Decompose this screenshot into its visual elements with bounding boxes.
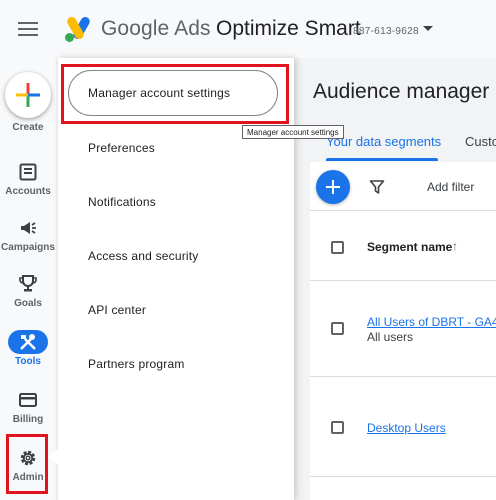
top-bar: Google Ads Optimize Smart 887-613-9628 xyxy=(0,0,496,58)
create-label: Create xyxy=(12,122,44,133)
admin-highlight-box xyxy=(6,434,48,494)
menu-item-preferences[interactable]: Preferences xyxy=(88,141,155,155)
nav-label-campaigns: Campaigns xyxy=(1,242,55,253)
row-divider xyxy=(310,210,496,211)
segments-table: Add filter Segment name ↑ All Users of D… xyxy=(310,162,496,500)
row-checkbox[interactable] xyxy=(331,421,344,434)
nav-item-goals[interactable]: Goals xyxy=(0,274,56,322)
menu-highlight-box xyxy=(61,64,289,124)
nav-item-billing[interactable]: Billing xyxy=(0,390,56,438)
tab-custom-segments[interactable]: Custo xyxy=(465,134,496,149)
menu-item-notifications[interactable]: Notifications xyxy=(88,195,156,209)
nav-label-tools: Tools xyxy=(15,356,41,367)
nav-label-goals: Goals xyxy=(14,298,42,309)
row-divider xyxy=(310,376,496,377)
filter-icon[interactable] xyxy=(369,179,385,195)
campaigns-icon xyxy=(21,222,36,234)
product-name: Google Ads xyxy=(101,17,211,40)
sort-ascending-icon[interactable]: ↑ xyxy=(452,239,458,253)
google-ads-logo-icon xyxy=(65,17,90,42)
nav-item-campaigns[interactable]: Campaigns xyxy=(0,218,56,266)
create-button[interactable] xyxy=(5,72,51,118)
nav-item-tools[interactable]: Tools xyxy=(0,330,56,378)
tools-active-pill xyxy=(8,330,48,354)
segment-link[interactable]: Desktop Users xyxy=(367,421,446,435)
select-all-checkbox[interactable] xyxy=(331,241,344,254)
row-divider xyxy=(310,280,496,281)
account-name[interactable]: Optimize Smart xyxy=(216,17,361,41)
add-filter-button[interactable]: Add filter xyxy=(427,180,474,194)
account-dropdown-icon[interactable] xyxy=(423,26,433,31)
page-title: Audience manager xyxy=(313,80,490,103)
nav-label-accounts: Accounts xyxy=(5,186,51,197)
panel-pointer xyxy=(48,449,58,465)
column-header-segment-name[interactable]: Segment name xyxy=(367,240,452,254)
row-checkbox[interactable] xyxy=(331,322,344,335)
active-tab-indicator xyxy=(326,158,438,161)
billing-icon xyxy=(19,393,37,407)
account-id[interactable]: 887-613-9628 xyxy=(353,26,419,37)
plus-icon xyxy=(326,180,340,194)
segment-description: All users xyxy=(367,330,414,344)
row-divider xyxy=(310,476,496,477)
segment-link[interactable]: All Users of DBRT - GA4 xyxy=(367,315,496,329)
accounts-icon xyxy=(19,163,37,181)
plus-icon xyxy=(16,83,40,107)
goals-icon xyxy=(19,275,37,292)
tooltip: Manager account settings xyxy=(242,125,344,139)
menu-item-api-center[interactable]: API center xyxy=(88,303,146,317)
menu-item-access-and-security[interactable]: Access and security xyxy=(88,249,199,263)
menu-item-partners-program[interactable]: Partners program xyxy=(88,357,185,371)
left-navigation: Create Accounts Campaigns Goals Tools Bi… xyxy=(0,58,56,500)
tools-icon xyxy=(20,334,36,350)
nav-label-billing: Billing xyxy=(12,414,44,425)
hamburger-menu-icon[interactable] xyxy=(18,20,38,36)
add-segment-button[interactable] xyxy=(316,170,350,204)
nav-item-accounts[interactable]: Accounts xyxy=(0,162,56,210)
